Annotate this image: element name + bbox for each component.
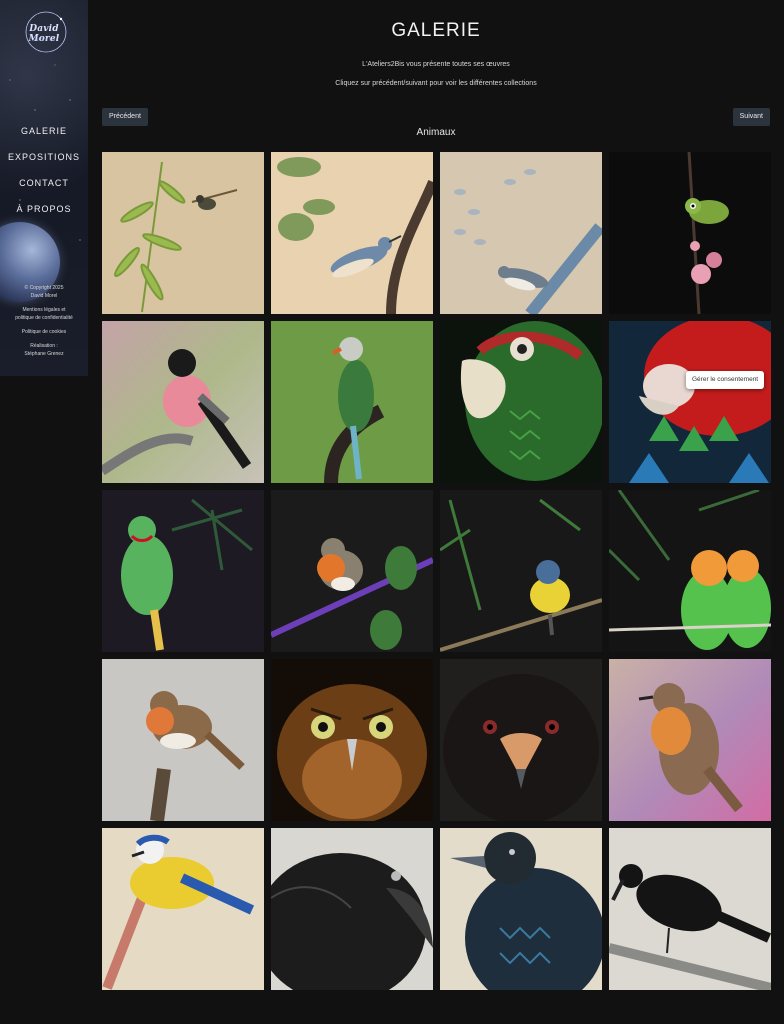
site-logo[interactable]: David Morel ARTISTE (14, 10, 74, 56)
bird-artwork (440, 659, 602, 821)
gallery-tile[interactable] (271, 152, 433, 314)
next-button[interactable]: Suivant (732, 108, 770, 126)
bird-artwork (609, 321, 771, 483)
cookies-link[interactable]: Politique de cookies (0, 328, 88, 336)
bird-artwork (609, 659, 771, 821)
bird-artwork (271, 152, 433, 314)
bird-artwork (271, 321, 433, 483)
gallery-tile[interactable] (102, 321, 264, 483)
bird-artwork (102, 659, 264, 821)
gallery-tile[interactable] (609, 321, 771, 483)
gallery-tile[interactable] (271, 321, 433, 483)
gallery-tile[interactable] (440, 490, 602, 652)
nav-item-expositions[interactable]: EXPOSITIONS (0, 150, 88, 176)
gallery-tile[interactable] (609, 828, 771, 990)
gallery-tile[interactable] (609, 659, 771, 821)
gallery-tile[interactable] (440, 828, 602, 990)
gallery-tile[interactable] (440, 321, 602, 483)
gallery-tile[interactable] (440, 152, 602, 314)
sidebar-footer: © Copyright 2025 David Morel Mentions lé… (0, 284, 88, 364)
bird-artwork (271, 828, 433, 990)
bird-artwork (271, 659, 433, 821)
gallery-tile[interactable] (102, 152, 264, 314)
legal-link-line-1[interactable]: Mentions légales et (0, 306, 88, 314)
copyright-text: © Copyright 2025 (24, 285, 64, 291)
gallery-tile[interactable] (102, 659, 264, 821)
nav-item-a-propos[interactable]: À PROPOS (0, 202, 88, 228)
collection-title: Animaux (416, 127, 456, 138)
bird-artwork (440, 490, 602, 652)
bird-artwork (609, 490, 771, 652)
gallery-tile[interactable] (271, 490, 433, 652)
bird-artwork (440, 152, 602, 314)
gallery-tile[interactable] (102, 490, 264, 652)
copyright-owner: David Morel (30, 293, 58, 299)
main-nav: GALERIE EXPOSITIONS CONTACT À PROPOS (0, 124, 88, 228)
bird-artwork (609, 828, 771, 990)
legal-link-line-2[interactable]: politique de confidentialité (0, 314, 88, 322)
previous-button[interactable]: Précédent (102, 108, 148, 126)
intro-text-2: Cliquez sur précédent/suivant pour voir … (335, 80, 537, 87)
legal-link[interactable]: Mentions légales et politique de confide… (0, 306, 88, 322)
bird-artwork (440, 321, 602, 483)
credit-label: Réalisation : (30, 343, 58, 349)
page-title: GALERIE (391, 20, 481, 41)
gallery-grid (102, 152, 771, 990)
logo-subtitle: ARTISTE (32, 37, 56, 42)
intro-text-1: L'Ateliers2Bis vous présente toutes ses … (362, 61, 510, 68)
gallery-tile[interactable] (609, 152, 771, 314)
gallery-tile[interactable] (271, 659, 433, 821)
gallery-tile[interactable] (440, 659, 602, 821)
bird-artwork (102, 321, 264, 483)
credit-name[interactable]: Stéphane Grenez (0, 350, 88, 358)
gallery-tile[interactable] (271, 828, 433, 990)
bird-artwork (440, 828, 602, 990)
gallery-tile[interactable] (609, 490, 771, 652)
nav-item-contact[interactable]: CONTACT (0, 176, 88, 202)
bird-artwork (271, 490, 433, 652)
nav-item-galerie[interactable]: GALERIE (0, 124, 88, 150)
bird-artwork (102, 828, 264, 990)
gallery-tile[interactable] (102, 828, 264, 990)
bird-artwork (609, 152, 771, 314)
bird-artwork (102, 152, 264, 314)
bird-artwork (102, 490, 264, 652)
sidebar: David Morel ARTISTE GALERIE EXPOSITIONS … (0, 0, 88, 376)
manage-consent-button[interactable]: Gérer le consentement (686, 371, 765, 389)
